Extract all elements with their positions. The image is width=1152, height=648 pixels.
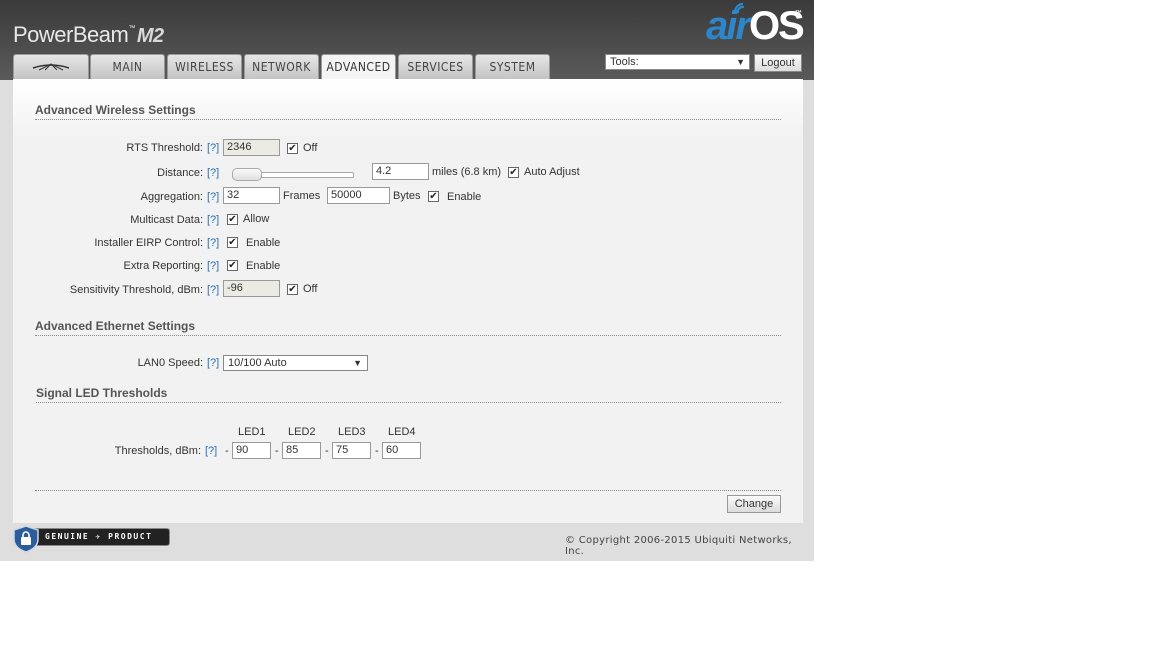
divider [35, 490, 781, 491]
led2-dash: - [275, 445, 279, 457]
rts-help-link[interactable]: [?] [207, 142, 219, 154]
product-brand: PowerBeam™ M2 [13, 22, 164, 48]
sensitivity-off-checkbox[interactable]: ✔ [287, 284, 298, 295]
section-advanced-ethernet: Advanced Ethernet Settings [35, 319, 781, 336]
led4-dash: - [375, 445, 379, 457]
eirp-enable-checkbox[interactable]: ✔ [227, 237, 238, 248]
led3-dash: - [325, 445, 329, 457]
logo-air: air [706, 4, 751, 48]
tab-advanced[interactable]: ADVANCED [321, 54, 396, 79]
tools-select[interactable]: Tools: ▼ [605, 54, 750, 70]
led3-threshold-input[interactable]: 75 [332, 442, 371, 459]
lan0-speed-select[interactable]: 10/100 Auto ▼ [223, 355, 368, 371]
lan0-help-link[interactable]: [?] [207, 357, 219, 369]
multicast-allow-label: Allow [243, 213, 270, 225]
extra-reporting-label: Extra Reporting: [123, 260, 203, 272]
copyright-text: © Copyright 2006-2015 Ubiquiti Networks,… [565, 535, 792, 557]
tab-network[interactable]: NETWORK [244, 54, 319, 79]
eirp-enable-label: Enable [246, 237, 281, 249]
aggregation-help-link[interactable]: [?] [207, 191, 219, 203]
tab-main[interactable]: MAIN [90, 54, 165, 79]
rts-off-label: Off [303, 142, 318, 154]
sensitivity-threshold-input[interactable]: -96 [223, 280, 280, 297]
led-thresholds-label: Thresholds, dBm: [114, 445, 201, 457]
sensitivity-threshold-label: Sensitivity Threshold, dBm: [69, 284, 203, 296]
aggregation-bytes-label: Bytes [393, 190, 421, 202]
installer-eirp-label: Installer EIRP Control: [94, 237, 203, 249]
rts-off-checkbox[interactable]: ✔ [287, 143, 298, 154]
multicast-allow-checkbox[interactable]: ✔ [227, 214, 238, 225]
tools-select-value: Tools: [610, 56, 639, 68]
led-help-link[interactable]: [?] [205, 445, 217, 457]
aggregation-frames-input[interactable]: 32 [223, 187, 280, 204]
led4-threshold-input[interactable]: 60 [382, 442, 421, 459]
rts-threshold-input[interactable]: 2346 [223, 139, 280, 156]
extra-reporting-checkbox[interactable]: ✔ [227, 260, 238, 271]
eirp-help-link[interactable]: [?] [207, 237, 219, 249]
lan0-speed-label: LAN0 Speed: [137, 357, 203, 369]
extra-reporting-help-link[interactable]: [?] [207, 260, 219, 272]
led1-header: LED1 [238, 426, 266, 438]
sensitivity-help-link[interactable]: [?] [207, 284, 219, 296]
rts-threshold-label: RTS Threshold: [126, 142, 203, 154]
chevron-down-icon: ▼ [353, 358, 362, 368]
auto-adjust-checkbox[interactable]: ✔ [508, 167, 519, 178]
ubiquiti-logo-icon [32, 63, 70, 71]
led1-threshold-input[interactable]: 90 [232, 442, 271, 459]
brand-trademark: ™ [128, 25, 135, 32]
led3-header: LED3 [338, 426, 366, 438]
lock-shield-icon [13, 525, 39, 553]
sensitivity-off-label: Off [303, 283, 318, 295]
extra-reporting-enable-label: Enable [246, 260, 281, 272]
logout-button[interactable]: Logout [754, 54, 802, 72]
section-advanced-wireless: Advanced Wireless Settings [35, 103, 781, 120]
section-signal-led: Signal LED Thresholds [36, 386, 781, 403]
lan0-speed-value: 10/100 Auto [228, 357, 287, 369]
tab-system[interactable]: SYSTEM [475, 54, 550, 79]
logo-trademark: ™ [795, 10, 802, 17]
genuine-product-text: GENUINE ✈ PRODUCT [24, 528, 170, 546]
airos-logo: airOS ™ [706, 4, 805, 49]
led2-threshold-input[interactable]: 85 [282, 442, 321, 459]
multicast-help-link[interactable]: [?] [207, 214, 219, 226]
genuine-product-badge: GENUINE ✈ PRODUCT [12, 525, 170, 553]
tab-wireless[interactable]: WIRELESS [167, 54, 242, 79]
led1-dash: - [225, 445, 229, 457]
distance-input[interactable]: 4.2 [372, 163, 429, 180]
tab-ubiquiti[interactable] [13, 54, 89, 79]
aggregation-frames-label: Frames [283, 190, 321, 202]
brand-name: PowerBeam [13, 22, 129, 47]
aggregation-bytes-input[interactable]: 50000 [327, 187, 390, 204]
chevron-down-icon: ▼ [736, 57, 745, 67]
tab-services[interactable]: SERVICES [398, 54, 473, 79]
change-button[interactable]: Change [727, 495, 781, 513]
distance-help-link[interactable]: [?] [207, 167, 219, 179]
multicast-data-label: Multicast Data: [130, 214, 203, 226]
airos-window: PowerBeam™ M2 airOS ™ MAIN WIRELESS NETWOR… [0, 0, 814, 561]
distance-slider-handle[interactable] [232, 168, 262, 181]
distance-units: miles (6.8 km) [432, 166, 502, 178]
aggregation-enable-label: Enable [447, 191, 482, 203]
led4-header: LED4 [388, 426, 416, 438]
settings-panel: Advanced Wireless Settings RTS Threshold… [13, 79, 803, 523]
led2-header: LED2 [288, 426, 316, 438]
auto-adjust-label: Auto Adjust [524, 166, 580, 178]
aggregation-enable-checkbox[interactable]: ✔ [428, 191, 439, 202]
aggregation-label: Aggregation: [140, 191, 203, 203]
model-name: M2 [136, 25, 164, 47]
distance-label: Distance: [157, 167, 203, 179]
